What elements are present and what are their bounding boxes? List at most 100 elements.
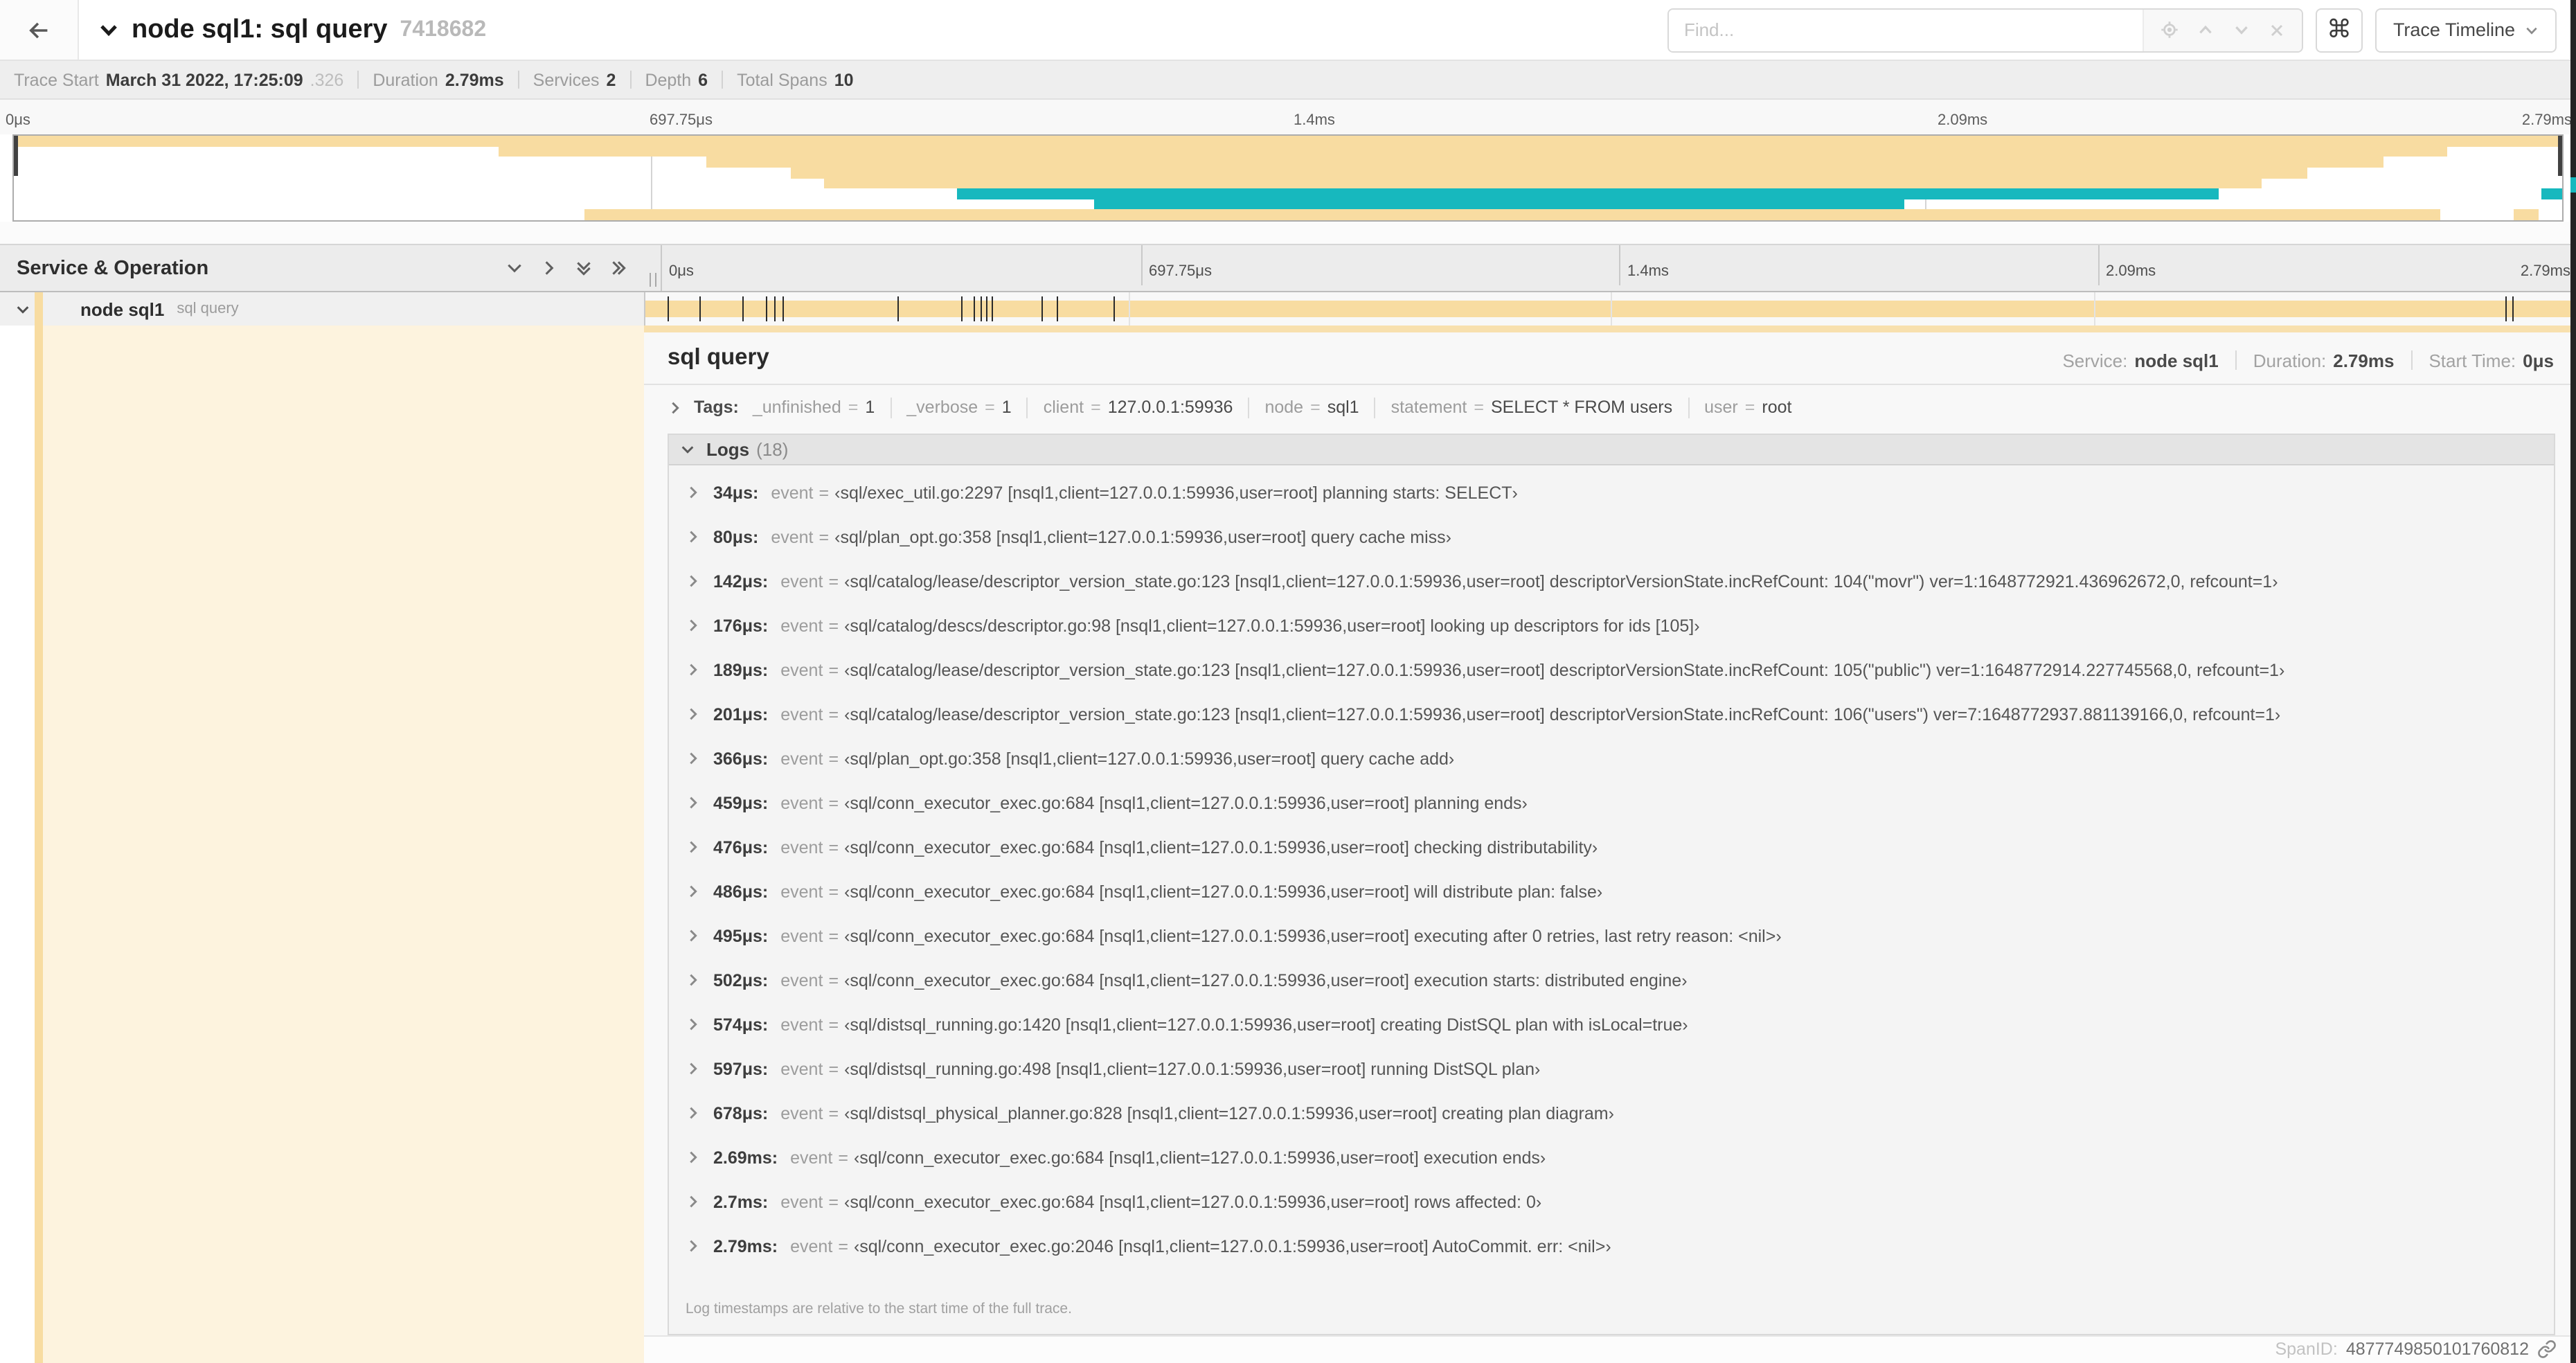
tag-value: 1	[865, 398, 875, 418]
deep-link-icon[interactable]	[2537, 1339, 2557, 1359]
collapse-one-icon[interactable]	[506, 259, 524, 277]
logs-list: 34μs: event = ‹sql/exec_util.go:2297 [nsql1…	[669, 465, 2554, 1334]
chevron-right-icon	[686, 661, 701, 677]
tags-accordian[interactable]: Tags: _unfinished = 1 _verbose = 1 client = 127.…	[644, 384, 2576, 427]
log-field-value: ‹sql/plan_opt.go:358 [nsql1,client=127.0…	[844, 749, 1455, 769]
log-entry[interactable]: 201μs: event = ‹sql/catalog/lease/descripto…	[683, 704, 2540, 749]
log-entry[interactable]: 502μs: event = ‹sql/conn_executor_exec.go:6…	[683, 970, 2540, 1015]
tag-item[interactable]: node = sql1	[1264, 398, 1359, 417]
summary-label: Depth	[645, 70, 692, 89]
log-entry[interactable]: 459μs: event = ‹sql/conn_executor_exec.go:6…	[683, 793, 2540, 837]
timeline-tick-label: 697.75μs	[1141, 245, 1212, 285]
equals-sign: =	[819, 527, 830, 547]
log-entry[interactable]: 476μs: event = ‹sql/conn_executor_exec.go:6…	[683, 837, 2540, 882]
log-timestamp: 201μs:	[713, 704, 769, 724]
collapse-trace-icon[interactable]	[98, 19, 119, 40]
log-field-name: event	[780, 882, 823, 902]
log-timestamp: 34μs:	[713, 483, 759, 503]
minimap-ruler: 0μs 697.75μs 1.4ms 2.09ms 2.79ms	[0, 100, 2576, 134]
chevron-right-icon	[686, 750, 701, 765]
span-row[interactable]: node sql1 sql query	[0, 292, 2576, 326]
log-timestamp: 678μs:	[713, 1103, 769, 1123]
span-collapse-icon[interactable]	[15, 301, 30, 317]
span-row-name-cell[interactable]: node sql1 sql query	[0, 292, 645, 326]
equals-sign: =	[828, 660, 839, 680]
equals-sign: =	[828, 837, 839, 857]
expand-all-icon[interactable]	[609, 259, 627, 277]
minimap-viewport[interactable]	[12, 134, 2564, 222]
log-field-name: event	[780, 749, 823, 769]
log-entry[interactable]: 2.69ms: event = ‹sql/conn_executor_exec.go:…	[683, 1148, 2540, 1192]
span-bar[interactable]	[645, 301, 2575, 317]
log-entry[interactable]: 678μs: event = ‹sql/distsql_physical_planne…	[683, 1103, 2540, 1148]
next-result-icon[interactable]	[2233, 21, 2251, 39]
log-marker	[742, 296, 744, 321]
find-input[interactable]	[1668, 9, 2143, 51]
log-entry[interactable]: 176μs: event = ‹sql/catalog/descs/descripto…	[683, 616, 2540, 660]
log-timestamp: 486μs:	[713, 882, 769, 902]
log-entry[interactable]: 574μs: event = ‹sql/distsql_running.go:1420…	[683, 1015, 2540, 1059]
trace-page: node sql1: sql query 7418682 Find... ⌘ T…	[0, 0, 2576, 1363]
tag-item[interactable]: _verbose = 1	[906, 398, 1011, 417]
summary-label: Services	[533, 70, 600, 89]
log-entry[interactable]: 34μs: event = ‹sql/exec_util.go:2297 [nsql1…	[683, 483, 2540, 527]
tag-item[interactable]: user = root	[1704, 398, 1791, 417]
column-resizer[interactable]	[650, 273, 656, 287]
tag-item[interactable]: statement = SELECT * FROM users	[1391, 398, 1673, 417]
locate-icon[interactable]	[2161, 21, 2179, 39]
logs-header[interactable]: Logs (18)	[669, 434, 2554, 465]
log-entry[interactable]: 2.7ms: event = ‹sql/conn_executor_exec.go:6…	[683, 1192, 2540, 1236]
clear-search-icon[interactable]	[2269, 21, 2285, 38]
log-entry[interactable]: 189μs: event = ‹sql/catalog/lease/descripto…	[683, 660, 2540, 704]
equals-sign: =	[1310, 398, 1321, 418]
log-timestamp: 495μs:	[713, 926, 769, 946]
log-field-value: ‹sql/catalog/lease/descriptor_version_st…	[844, 571, 2278, 591]
summary-value: 6	[698, 70, 708, 89]
chevron-right-icon	[686, 1105, 701, 1120]
chevron-right-icon	[686, 1060, 701, 1076]
page-scrollbar[interactable]	[2570, 0, 2576, 1363]
span-color-accent	[35, 326, 43, 1363]
chevron-down-icon	[680, 441, 695, 456]
view-selector-button[interactable]: Trace Timeline	[2374, 8, 2557, 52]
log-timestamp: 80μs:	[713, 527, 759, 547]
span-operation-name: sql query	[177, 301, 239, 317]
tag-item[interactable]: client = 127.0.0.1:59936	[1044, 398, 1233, 417]
log-marker	[667, 296, 669, 321]
trace-summary-bar: Trace Start March 31 2022, 17:25:09 .326 Du…	[0, 60, 2576, 100]
back-button[interactable]	[0, 0, 79, 60]
log-entry[interactable]: 2.79ms: event = ‹sql/conn_executor_exec.go:…	[683, 1236, 2540, 1281]
tag-item[interactable]: _unfinished = 1	[753, 398, 875, 417]
minimap-right-handle[interactable]	[2558, 136, 2562, 176]
keyboard-shortcuts-button[interactable]: ⌘	[2315, 8, 2363, 52]
equals-sign: =	[828, 793, 839, 813]
minimap-left-handle[interactable]	[14, 136, 18, 176]
prev-result-icon[interactable]	[2197, 21, 2215, 39]
log-field-name: event	[771, 527, 814, 547]
span-id-row: SpanID: 4877749850101760812	[644, 1335, 2576, 1363]
span-row-timeline-cell[interactable]	[645, 292, 2576, 326]
log-entry[interactable]: 366μs: event = ‹sql/plan_opt.go:358 [nsql1,…	[683, 749, 2540, 793]
collapse-all-icon[interactable]	[575, 259, 593, 277]
detail-span-title: sql query	[668, 344, 769, 370]
log-field-value: ‹sql/conn_executor_exec.go:684 [nsql1,cl…	[844, 793, 1528, 813]
log-entry[interactable]: 486μs: event = ‹sql/conn_executor_exec.go:6…	[683, 882, 2540, 926]
log-entry[interactable]: 142μs: event = ‹sql/catalog/lease/descripto…	[683, 571, 2540, 616]
tag-key: _verbose	[906, 398, 978, 418]
log-entry[interactable]: 80μs: event = ‹sql/plan_opt.go:358 [nsql1,c…	[683, 527, 2540, 571]
row-collapse-controls	[506, 259, 661, 277]
summary-label: Trace Start	[14, 70, 99, 89]
log-entry[interactable]: 495μs: event = ‹sql/conn_executor_exec.go:6…	[683, 926, 2540, 970]
summary-value: 2.79ms	[445, 70, 504, 89]
minimap-span-bar	[956, 188, 2219, 199]
expand-one-icon[interactable]	[540, 259, 558, 277]
logs-note: Log timestamps are relative to the start…	[686, 1300, 1072, 1317]
logs-label: Logs	[706, 438, 750, 460]
log-entry[interactable]: 597μs: event = ‹sql/distsql_running.go:498 …	[683, 1059, 2540, 1103]
divider	[357, 71, 359, 89]
service-value: node sql1	[2134, 350, 2219, 371]
minimap-tick-label: 1.4ms	[1294, 112, 1335, 129]
scrollbar-teal-marker	[2570, 177, 2576, 193]
span-id-value: 4877749850101760812	[2345, 1339, 2529, 1360]
chevron-down-icon	[2525, 23, 2539, 37]
